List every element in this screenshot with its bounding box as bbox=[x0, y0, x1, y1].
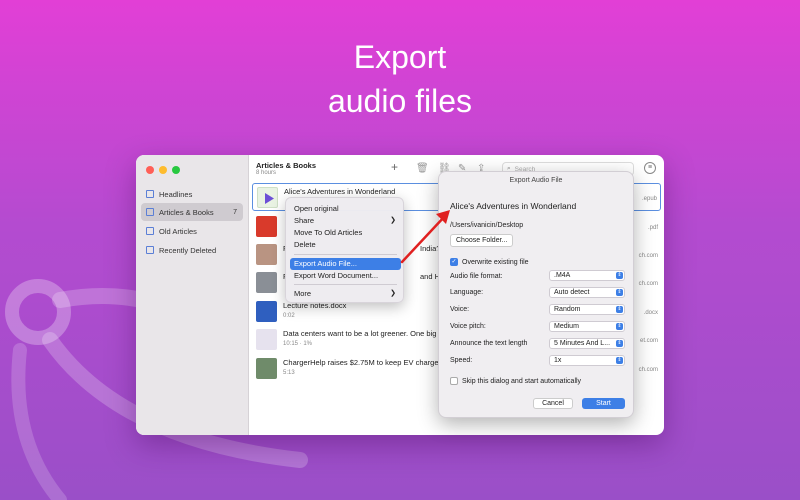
cancel-button[interactable]: Cancel bbox=[533, 398, 573, 409]
chevron-updown-icon: ⇕ bbox=[616, 340, 623, 347]
headlines-icon bbox=[146, 190, 154, 198]
articles-icon bbox=[146, 208, 154, 216]
select-value: 1x bbox=[554, 357, 562, 364]
start-button[interactable]: Start bbox=[582, 398, 625, 409]
minimize-window-button[interactable] bbox=[159, 166, 167, 174]
export-audio-dialog: Export Audio File Alice's Adventures in … bbox=[438, 171, 634, 418]
archive-icon bbox=[146, 227, 154, 235]
dialog-heading: Alice's Adventures in Wonderland bbox=[450, 201, 577, 211]
list-item-source: ch.com bbox=[638, 281, 658, 287]
checkbox-box bbox=[450, 377, 458, 385]
field-label: Announce the text length bbox=[450, 340, 528, 347]
sidebar-item-headlines[interactable]: Headlines bbox=[141, 185, 243, 203]
menu-item-open-original[interactable]: Open original bbox=[290, 203, 401, 215]
announce-length-select[interactable]: 5 Minutes And L... ⇕ bbox=[549, 338, 625, 349]
sidebar-item-old-articles[interactable]: Old Articles bbox=[141, 222, 243, 240]
pdf-thumbnail bbox=[256, 216, 277, 237]
sidebar-item-label: Old Articles bbox=[159, 226, 197, 236]
sidebar-item-count: 7 bbox=[233, 208, 237, 216]
trash-icon[interactable]: 🗑 bbox=[416, 163, 429, 174]
overwrite-checkbox[interactable]: ✓ Overwrite existing file bbox=[450, 258, 529, 266]
article-thumbnail bbox=[256, 329, 277, 350]
list-item-source: ch.com bbox=[638, 253, 658, 259]
audio-format-select[interactable]: .M4A ⇕ bbox=[549, 270, 625, 281]
select-value: Random bbox=[554, 306, 581, 313]
list-item-source: .docx bbox=[643, 310, 658, 316]
close-window-button[interactable] bbox=[146, 166, 154, 174]
skip-dialog-checkbox[interactable]: Skip this dialog and start automatically bbox=[450, 377, 581, 385]
checkbox-label: Overwrite existing file bbox=[462, 258, 529, 266]
checkbox-label: Skip this dialog and start automatically bbox=[462, 377, 582, 385]
filter-icon[interactable]: ≡ bbox=[644, 162, 656, 174]
chevron-right-icon: ❯ bbox=[390, 290, 396, 297]
menu-item-move-old[interactable]: Move To Old Articles bbox=[290, 227, 401, 239]
menu-item-export-word[interactable]: Export Word Document... bbox=[290, 270, 401, 282]
voice-select[interactable]: Random ⇕ bbox=[549, 304, 625, 315]
list-item-source: .epub bbox=[641, 196, 657, 202]
article-thumbnail bbox=[256, 272, 277, 293]
context-menu: Open original Share ❯ Move To Old Articl… bbox=[285, 197, 404, 303]
play-icon bbox=[257, 187, 278, 208]
headline-line-2: audio files bbox=[327, 83, 473, 119]
field-label: Language: bbox=[450, 289, 484, 296]
trash-icon bbox=[146, 246, 154, 254]
select-value: .M4A bbox=[554, 272, 571, 279]
menu-item-more[interactable]: More ❯ bbox=[290, 288, 401, 300]
sidebar-item-articles-books[interactable]: Articles & Books 7 bbox=[141, 203, 243, 221]
window-controls bbox=[146, 166, 180, 174]
dialog-title: Export Audio File bbox=[509, 177, 563, 184]
list-item-meta: 5:13 bbox=[283, 370, 295, 376]
chevron-updown-icon: ⇕ bbox=[616, 289, 623, 296]
article-thumbnail bbox=[256, 358, 277, 379]
folder-path: /Users/ivanicin/Desktop bbox=[450, 222, 524, 229]
select-value: Medium bbox=[554, 323, 579, 330]
list-item-source: .pdf bbox=[647, 225, 658, 231]
menu-separator bbox=[294, 284, 397, 285]
menu-separator bbox=[294, 254, 397, 255]
menu-item-delete[interactable]: Delete bbox=[290, 239, 401, 251]
menu-item-export-audio[interactable]: Export Audio File... bbox=[290, 258, 401, 270]
menu-item-label: Share bbox=[294, 216, 315, 225]
page-title: Articles & Books bbox=[256, 161, 317, 170]
list-item-title: Alice's Adventures in Wonderland bbox=[284, 187, 396, 196]
list-item-source: et.com bbox=[639, 338, 658, 344]
sidebar-item-label: Headlines bbox=[159, 189, 193, 199]
add-icon[interactable]: + bbox=[391, 160, 398, 174]
list-item-title: Data centers want to be a lot greener. O… bbox=[283, 329, 437, 338]
select-value: 5 Minutes And L... bbox=[554, 340, 611, 347]
menu-item-share[interactable]: Share ❯ bbox=[290, 215, 401, 227]
speed-select[interactable]: 1x ⇕ bbox=[549, 355, 625, 366]
sidebar: Headlines Articles & Books 7 Old Article… bbox=[136, 155, 249, 435]
chevron-updown-icon: ⇕ bbox=[616, 306, 623, 313]
zoom-window-button[interactable] bbox=[172, 166, 180, 174]
chevron-updown-icon: ⇕ bbox=[616, 357, 623, 364]
voice-pitch-select[interactable]: Medium ⇕ bbox=[549, 321, 625, 332]
language-select[interactable]: Auto detect ⇕ bbox=[549, 287, 625, 298]
field-label: Voice pitch: bbox=[450, 323, 486, 330]
select-value: Auto detect bbox=[554, 289, 590, 296]
red-arrow-icon bbox=[400, 210, 450, 264]
field-label: Voice: bbox=[450, 306, 470, 313]
sidebar-item-label: Recently Deleted bbox=[159, 245, 217, 255]
headline-line-1: Export bbox=[353, 39, 447, 75]
sidebar-item-recently-deleted[interactable]: Recently Deleted bbox=[141, 241, 243, 259]
article-thumbnail bbox=[256, 244, 277, 265]
field-label: Speed: bbox=[450, 357, 473, 364]
chevron-updown-icon: ⇕ bbox=[616, 323, 623, 330]
list-item-meta: 10:15 · 1% bbox=[283, 341, 313, 347]
list-item-title: ChargerHelp raises $2.75M to keep EV cha… bbox=[283, 358, 439, 367]
list-item-meta: 0:02 bbox=[283, 313, 295, 319]
page-subtitle: 8 hours bbox=[256, 170, 277, 176]
menu-item-label: More bbox=[294, 289, 312, 298]
list-item-source: ch.com bbox=[638, 367, 658, 373]
docx-thumbnail bbox=[256, 301, 277, 322]
chevron-updown-icon: ⇕ bbox=[616, 272, 623, 279]
sidebar-item-label: Articles & Books bbox=[159, 207, 214, 217]
